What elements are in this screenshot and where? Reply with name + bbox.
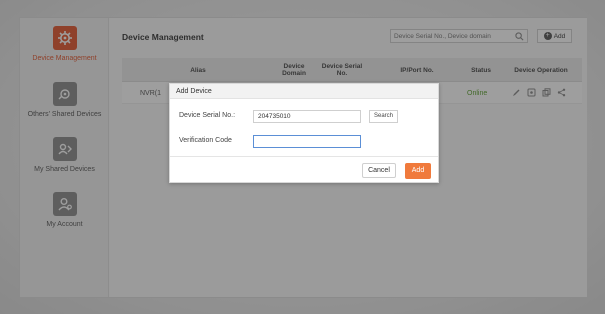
serial-no-label: Device Serial No.:	[179, 112, 236, 119]
add-button[interactable]: Add	[405, 163, 431, 179]
add-device-dialog: Add Device Device Serial No.: Search Ver…	[169, 83, 439, 183]
verification-code-label: Verification Code	[179, 137, 232, 144]
search-button[interactable]: Search	[369, 110, 398, 123]
dialog-title: Add Device	[170, 84, 438, 99]
dialog-divider	[170, 156, 438, 157]
verification-code-field[interactable]	[253, 135, 361, 148]
serial-no-field[interactable]	[253, 110, 361, 123]
cancel-button[interactable]: Cancel	[362, 163, 396, 178]
